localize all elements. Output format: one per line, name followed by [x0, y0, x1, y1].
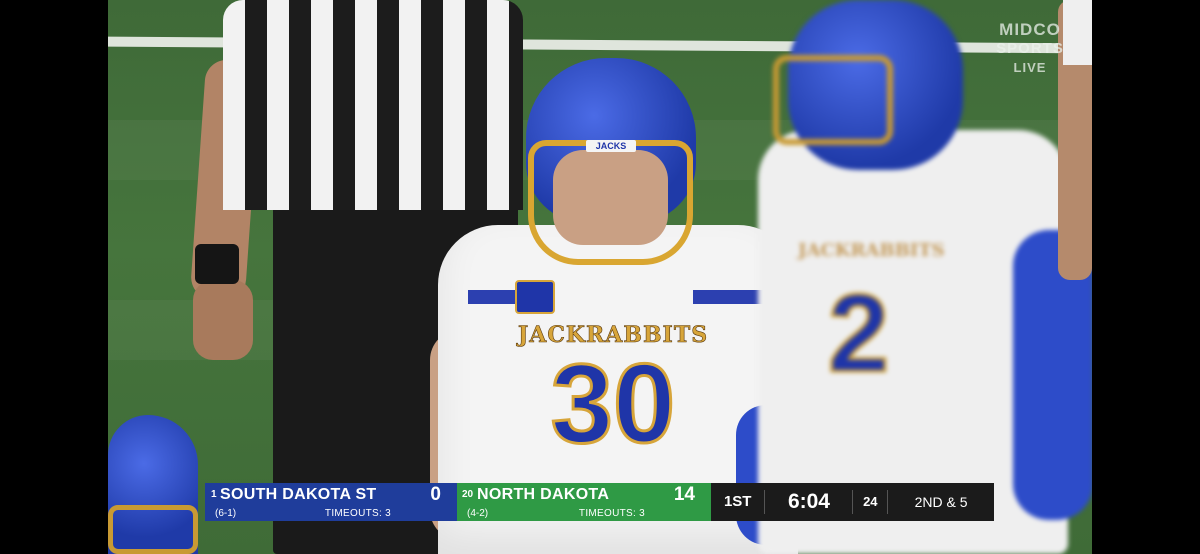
away-rank: 1 — [211, 489, 217, 500]
player-two-facemask — [773, 55, 893, 145]
home-team-name: NORTH DAKOTA — [477, 486, 610, 503]
down-and-distance: 2ND & 5 — [914, 494, 968, 510]
jersey-number: 30 — [549, 341, 677, 466]
away-score: 0 — [430, 484, 441, 505]
player-two-number: 2 — [826, 271, 890, 397]
watermark-line3: LIVE — [1013, 60, 1047, 75]
watermark-line1: MIDCO — [999, 20, 1061, 39]
home-team-panel: 20 NORTH DAKOTA (4-2) TIMEOUTS: 3 14 — [457, 483, 711, 521]
quarter: 1ST — [711, 490, 766, 514]
helmet-tag: JACKS — [586, 140, 636, 152]
home-rank: 20 — [462, 489, 474, 500]
facemask-left — [108, 505, 198, 554]
referee-hand — [193, 280, 253, 360]
play-clock: 24 — [853, 490, 889, 514]
video-frame: JACKRABBITS 30 JACKS JACKRABBITS 2 MIDCO… — [108, 0, 1092, 554]
away-team-panel: 1 SOUTH DAKOTA ST (6-1) TIMEOUTS: 3 0 — [205, 483, 457, 521]
watermark-line2: SPORTS — [996, 40, 1064, 57]
away-timeouts: TIMEOUTS: 3 — [324, 508, 391, 519]
game-info-panel: 1ST 6:04 24 2ND & 5 — [711, 483, 994, 521]
game-clock: 6:04 — [765, 490, 854, 514]
home-timeouts: TIMEOUTS: 3 — [578, 508, 645, 519]
network-watermark: MIDCO SPORTS LIVE — [980, 20, 1080, 77]
referee-wristband — [195, 244, 239, 284]
bowl-patch — [515, 280, 555, 314]
away-team-name: SOUTH DAKOTA ST — [220, 486, 377, 503]
referee-shirt — [223, 0, 523, 210]
scorebug: 1 SOUTH DAKOTA ST (6-1) TIMEOUTS: 3 0 20… — [205, 483, 994, 521]
home-record: (4-2) — [467, 508, 489, 519]
away-record: (6-1) — [215, 508, 237, 519]
player-facemask — [528, 140, 693, 265]
home-score: 14 — [673, 484, 695, 505]
player-two: JACKRABBITS 2 — [748, 0, 1092, 554]
player-two-chest-text: JACKRABBITS — [798, 240, 945, 261]
